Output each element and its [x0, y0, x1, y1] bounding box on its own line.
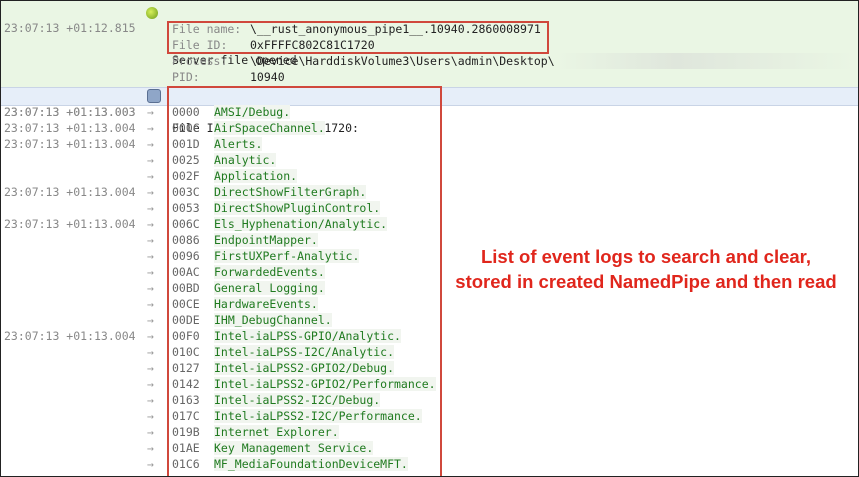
arrow-icon: →: [147, 153, 154, 167]
arrow-icon: →: [147, 393, 154, 407]
arrow-icon: →: [147, 441, 154, 455]
timestamp: 23:07:13 +01:13.003: [4, 105, 136, 119]
arrow-icon: →: [147, 457, 154, 471]
field-value: \Device\HarddiskVolume3\Users\admin\Desk…: [250, 54, 555, 68]
annotation: List of event logs to search and clear, …: [441, 244, 851, 294]
field-value: 10940: [250, 70, 285, 84]
timestamp: 23:07:13 +01:13.004: [4, 185, 136, 199]
event-field-row: PID: 10940: [1, 69, 858, 85]
arrow-icon: →: [147, 169, 154, 183]
timestamp: 23:07:13 +01:13.004: [4, 329, 136, 343]
redacted-path: [556, 53, 856, 69]
arrow-icon: →: [147, 217, 154, 231]
plug-icon: [146, 7, 158, 19]
event-row[interactable]: 23:07:13 +01:12.815 Server file opened: [1, 4, 858, 67]
arrow-icon: →: [147, 121, 154, 135]
arrow-icon: →: [147, 313, 154, 327]
timestamp: 23:07:13 +01:13.004: [4, 217, 136, 231]
arrow-icon: →: [147, 361, 154, 375]
arrow-icon: →: [147, 377, 154, 391]
arrow-icon: →: [147, 105, 154, 119]
highlight-box-file-info: [167, 21, 549, 54]
arrow-icon: →: [147, 137, 154, 151]
annotation-line-2: stored in created NamedPipe and then rea…: [455, 271, 837, 292]
arrow-icon: →: [147, 185, 154, 199]
arrow-icon: →: [147, 425, 154, 439]
arrow-icon: →: [147, 265, 154, 279]
timestamp: 23:07:13 +01:13.004: [4, 137, 136, 151]
arrow-icon: →: [147, 409, 154, 423]
arrow-icon: →: [147, 201, 154, 215]
arrow-icon: →: [147, 345, 154, 359]
arrow-icon: →: [147, 233, 154, 247]
database-icon: [147, 89, 161, 103]
field-key: PID:: [172, 70, 200, 84]
arrow-icon: →: [147, 297, 154, 311]
arrow-icon: →: [147, 329, 154, 343]
arrow-icon: →: [147, 249, 154, 263]
arrow-icon: →: [147, 281, 154, 295]
event-log-viewer: 23:07:13 +01:12.815 Server file opened F…: [0, 0, 859, 477]
field-key: Process:: [172, 54, 228, 68]
highlight-box-log-list: [167, 86, 442, 476]
timestamp: 23:07:13 +01:13.004: [4, 121, 136, 135]
annotation-line-1: List of event logs to search and clear,: [480, 246, 812, 267]
